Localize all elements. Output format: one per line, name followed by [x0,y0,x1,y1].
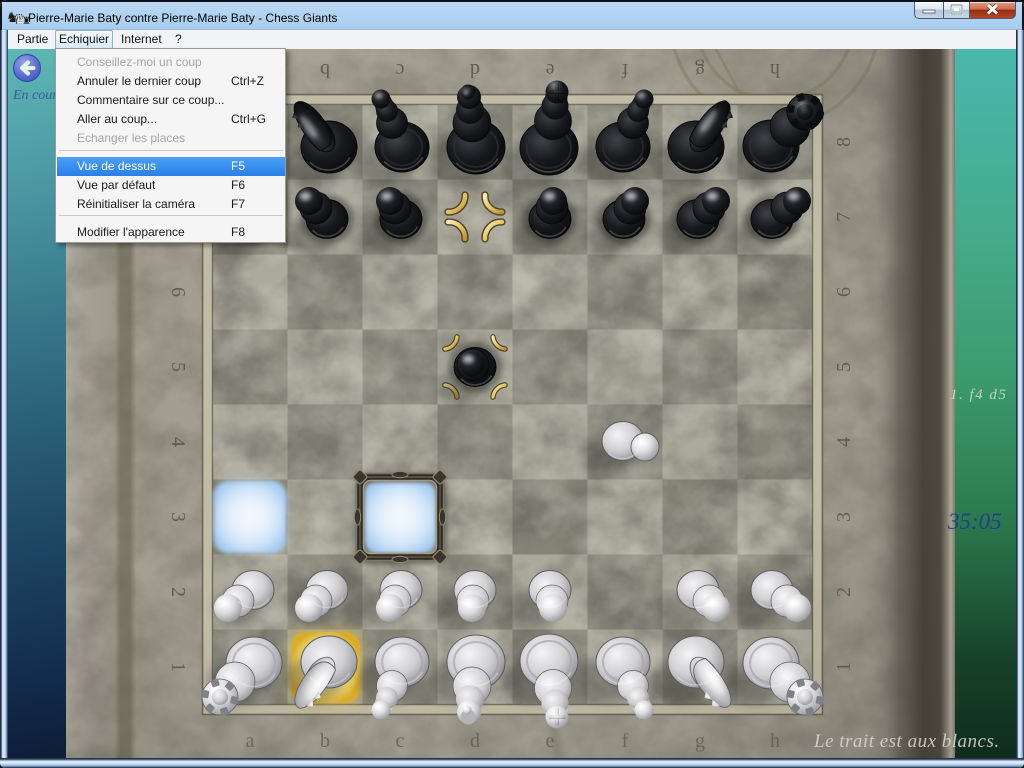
svg-text:Le trait est aux blancs.: Le trait est aux blancs. [813,731,1000,752]
svg-text:g: g [695,730,705,752]
svg-text:7: 7 [833,212,855,222]
svg-text:a: a [246,730,255,752]
svg-text:b: b [320,730,330,752]
svg-text:4: 4 [833,437,855,447]
svg-text:5: 5 [833,362,855,372]
svg-text:d: d [470,59,480,81]
svg-text:d: d [470,730,480,752]
svg-text:5: 5 [167,362,189,372]
svg-text:2: 2 [167,587,189,597]
svg-text:h: h [770,730,780,752]
svg-text:e: e [545,59,554,81]
svg-text:2: 2 [833,587,855,597]
svg-text:1: 1 [833,662,855,672]
svg-text:c: c [395,59,404,81]
svg-text:3: 3 [833,512,855,522]
svg-text:4: 4 [167,437,189,447]
svg-text:f: f [622,730,629,752]
svg-text:3: 3 [167,512,189,522]
svg-text:e: e [546,730,555,752]
svg-text:6: 6 [167,287,189,297]
svg-text:c: c [396,730,405,752]
svg-text:6: 6 [833,287,855,297]
svg-text:35:05: 35:05 [947,509,1002,534]
svg-text:f: f [621,59,628,81]
svg-text:h: h [770,59,780,81]
svg-text:b: b [320,59,330,81]
svg-text:1: 1 [167,662,189,672]
svg-text:g: g [695,59,705,81]
svg-text:8: 8 [833,137,855,147]
svg-text:1. f4 d5: 1. f4 d5 [950,387,1007,403]
